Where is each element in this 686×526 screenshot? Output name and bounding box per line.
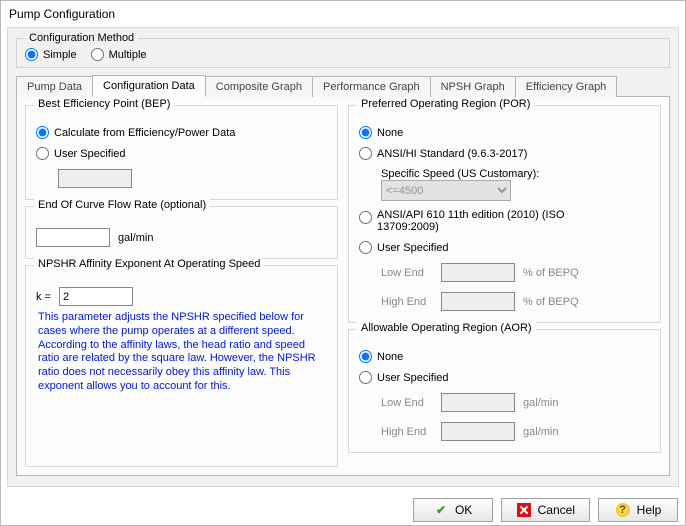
por-low-end-unit: % of BEPQ	[523, 267, 579, 279]
aor-high-end-input[interactable]	[441, 422, 515, 441]
check-icon	[433, 502, 449, 518]
help-icon: ?	[615, 502, 631, 518]
por-title: Preferred Operating Region (POR)	[357, 98, 534, 110]
aor-opt-user[interactable]: User Specified	[359, 371, 650, 384]
npshr-note: This parameter adjusts the NPSHR specifi…	[36, 309, 327, 396]
bep-group: Best Efficiency Point (BEP) Calculate fr…	[25, 105, 338, 200]
por-opt-ansi-hi-radio[interactable]	[359, 147, 372, 160]
config-method-multiple[interactable]: Multiple	[91, 48, 147, 61]
por-opt-none-radio[interactable]	[359, 126, 372, 139]
npshr-title: NPSHR Affinity Exponent At Operating Spe…	[34, 258, 264, 270]
config-method-simple-label: Simple	[43, 49, 77, 61]
npshr-group: NPSHR Affinity Exponent At Operating Spe…	[25, 265, 338, 467]
bep-opt-user-label: User Specified	[54, 148, 126, 160]
eoc-input[interactable]	[36, 228, 110, 247]
eoc-unit: gal/min	[118, 232, 153, 244]
config-method-group: Configuration Method Simple Multiple	[16, 32, 670, 68]
ok-button-label: OK	[455, 503, 472, 517]
por-opt-ansi-hi-label: ANSI/HI Standard (9.6.3-2017)	[377, 148, 527, 160]
aor-opt-none[interactable]: None	[359, 350, 650, 363]
aor-low-end-input[interactable]	[441, 393, 515, 412]
bep-opt-calc[interactable]: Calculate from Efficiency/Power Data	[36, 126, 327, 139]
main-panel: Configuration Method Simple Multiple Pum…	[7, 27, 679, 487]
config-method-multiple-radio[interactable]	[91, 48, 104, 61]
bep-opt-calc-radio[interactable]	[36, 126, 49, 139]
npshr-k-label: k =	[36, 291, 51, 303]
tab-configuration-data[interactable]: Configuration Data	[92, 75, 206, 97]
por-opt-ansi-api[interactable]: ANSI/API 610 11th edition (2010) (ISO 13…	[359, 209, 650, 233]
por-opt-user-label: User Specified	[377, 242, 449, 254]
tab-pump-data[interactable]: Pump Data	[16, 76, 93, 97]
aor-low-end-label: Low End	[381, 397, 433, 409]
help-button-label: Help	[637, 503, 662, 517]
aor-group: Allowable Operating Region (AOR) None Us…	[348, 329, 661, 453]
config-method-simple[interactable]: Simple	[25, 48, 77, 61]
cancel-button-label: Cancel	[538, 503, 575, 517]
window-title: Pump Configuration	[1, 1, 685, 27]
eoc-group: End Of Curve Flow Rate (optional) gal/mi…	[25, 206, 338, 259]
por-low-end-label: Low End	[381, 267, 433, 279]
por-opt-ansi-api-label: ANSI/API 610 11th edition (2010) (ISO 13…	[377, 209, 577, 233]
por-opt-ansi-api-radio[interactable]	[359, 211, 372, 224]
eoc-title: End Of Curve Flow Rate (optional)	[34, 199, 210, 211]
ok-button[interactable]: OK	[413, 498, 493, 522]
por-opt-user-radio[interactable]	[359, 241, 372, 254]
aor-low-end-unit: gal/min	[523, 397, 558, 409]
por-low-end-input[interactable]	[441, 263, 515, 282]
config-method-multiple-label: Multiple	[109, 49, 147, 61]
tab-performance-graph[interactable]: Performance Graph	[312, 76, 431, 97]
close-icon	[516, 502, 532, 518]
por-opt-ansi-hi[interactable]: ANSI/HI Standard (9.6.3-2017)	[359, 147, 650, 160]
aor-opt-none-radio[interactable]	[359, 350, 372, 363]
aor-opt-none-label: None	[377, 351, 403, 363]
cancel-button[interactable]: Cancel	[501, 498, 590, 522]
bep-opt-calc-label: Calculate from Efficiency/Power Data	[54, 127, 235, 139]
npshr-k-input[interactable]	[59, 287, 133, 306]
por-high-end-input[interactable]	[441, 292, 515, 311]
config-method-simple-radio[interactable]	[25, 48, 38, 61]
tab-composite-graph[interactable]: Composite Graph	[205, 76, 313, 97]
right-column: Preferred Operating Region (POR) None AN…	[348, 105, 661, 467]
por-high-end-unit: % of BEPQ	[523, 296, 579, 308]
bep-opt-user[interactable]: User Specified	[36, 147, 327, 160]
aor-title: Allowable Operating Region (AOR)	[357, 322, 536, 334]
tabstrip: Pump Data Configuration Data Composite G…	[16, 74, 670, 96]
button-bar: OK Cancel ? Help	[413, 498, 678, 522]
por-group: Preferred Operating Region (POR) None AN…	[348, 105, 661, 323]
tab-npsh-graph[interactable]: NPSH Graph	[430, 76, 516, 97]
por-specific-speed-label: Specific Speed (US Customary):	[381, 168, 650, 180]
aor-opt-user-radio[interactable]	[359, 371, 372, 384]
bep-opt-user-radio[interactable]	[36, 147, 49, 160]
por-opt-none[interactable]: None	[359, 126, 650, 139]
por-specific-speed-select[interactable]: <=4500	[381, 180, 511, 201]
bep-user-input[interactable]	[58, 169, 132, 188]
aor-opt-user-label: User Specified	[377, 372, 449, 384]
por-opt-user[interactable]: User Specified	[359, 241, 650, 254]
bep-title: Best Efficiency Point (BEP)	[34, 98, 174, 110]
left-column: Best Efficiency Point (BEP) Calculate fr…	[25, 105, 338, 467]
config-method-legend: Configuration Method	[25, 32, 138, 44]
aor-high-end-unit: gal/min	[523, 426, 558, 438]
help-button[interactable]: ? Help	[598, 498, 678, 522]
aor-high-end-label: High End	[381, 426, 433, 438]
por-opt-none-label: None	[377, 127, 403, 139]
por-high-end-label: High End	[381, 296, 433, 308]
tab-content: Best Efficiency Point (BEP) Calculate fr…	[16, 96, 670, 476]
tab-efficiency-graph[interactable]: Efficiency Graph	[515, 76, 618, 97]
